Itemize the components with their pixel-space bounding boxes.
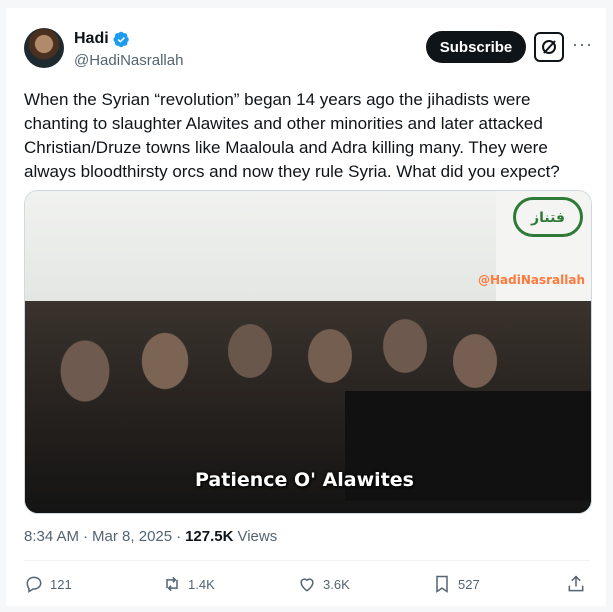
views-label: Views xyxy=(237,528,278,545)
media-sign-logo: فتناز xyxy=(513,197,583,237)
verified-badge-icon xyxy=(113,31,129,47)
repost-icon xyxy=(166,576,178,592)
bookmark-count: 527 xyxy=(458,576,480,592)
media-caption: Patience O' Alawites xyxy=(195,469,414,491)
divider xyxy=(24,560,590,561)
like-button[interactable]: 3.6K xyxy=(297,574,350,594)
repost-button[interactable]: 1.4K xyxy=(162,574,215,594)
bookmark-button[interactable]: 527 xyxy=(432,574,480,594)
tweet-text: When the Syrian “revolution” began 14 ye… xyxy=(24,90,560,181)
like-count: 3.6K xyxy=(323,576,350,592)
share-button[interactable] xyxy=(566,574,586,594)
share-icon xyxy=(568,575,584,592)
bookmark-icon xyxy=(436,575,448,593)
more-icon[interactable]: ··· xyxy=(572,34,593,55)
author-name-row: Hadi xyxy=(74,30,130,48)
tweet-date[interactable]: Mar 8, 2025 xyxy=(92,528,172,545)
views-count: 127.5K xyxy=(185,528,234,545)
author-display-name[interactable]: Hadi xyxy=(74,30,109,48)
tweet-time[interactable]: 8:34 AM xyxy=(24,528,79,545)
grok-slash-icon xyxy=(542,40,556,54)
reply-icon xyxy=(26,576,42,593)
subscribe-button[interactable]: Subscribe xyxy=(426,31,526,63)
action-bar: 121 1.4K 3.6K 527 xyxy=(24,574,590,604)
repost-count: 1.4K xyxy=(188,576,215,592)
tweet-media-video[interactable]: فتناز @HadiNasrallah Patience O' Alawite… xyxy=(24,190,592,514)
meta-separator: · xyxy=(83,528,89,545)
tweet-card[interactable]: Hadi @HadiNasrallah Subscribe ··· When t… xyxy=(6,8,606,606)
author-handle[interactable]: @HadiNasrallah xyxy=(74,52,183,69)
heart-icon xyxy=(300,578,314,592)
media-building: فتناز xyxy=(496,191,591,311)
grok-icon[interactable] xyxy=(534,32,564,62)
avatar[interactable] xyxy=(24,28,64,68)
tweet-meta: 8:34 AM · Mar 8, 2025 · 127.5K Views xyxy=(24,528,277,545)
meta-separator: · xyxy=(176,528,182,545)
reply-button[interactable]: 121 xyxy=(24,574,72,594)
tweet-container: Hadi @HadiNasrallah Subscribe ··· When t… xyxy=(0,0,613,612)
reply-count: 121 xyxy=(50,576,72,592)
media-watermark: @HadiNasrallah xyxy=(477,273,585,287)
